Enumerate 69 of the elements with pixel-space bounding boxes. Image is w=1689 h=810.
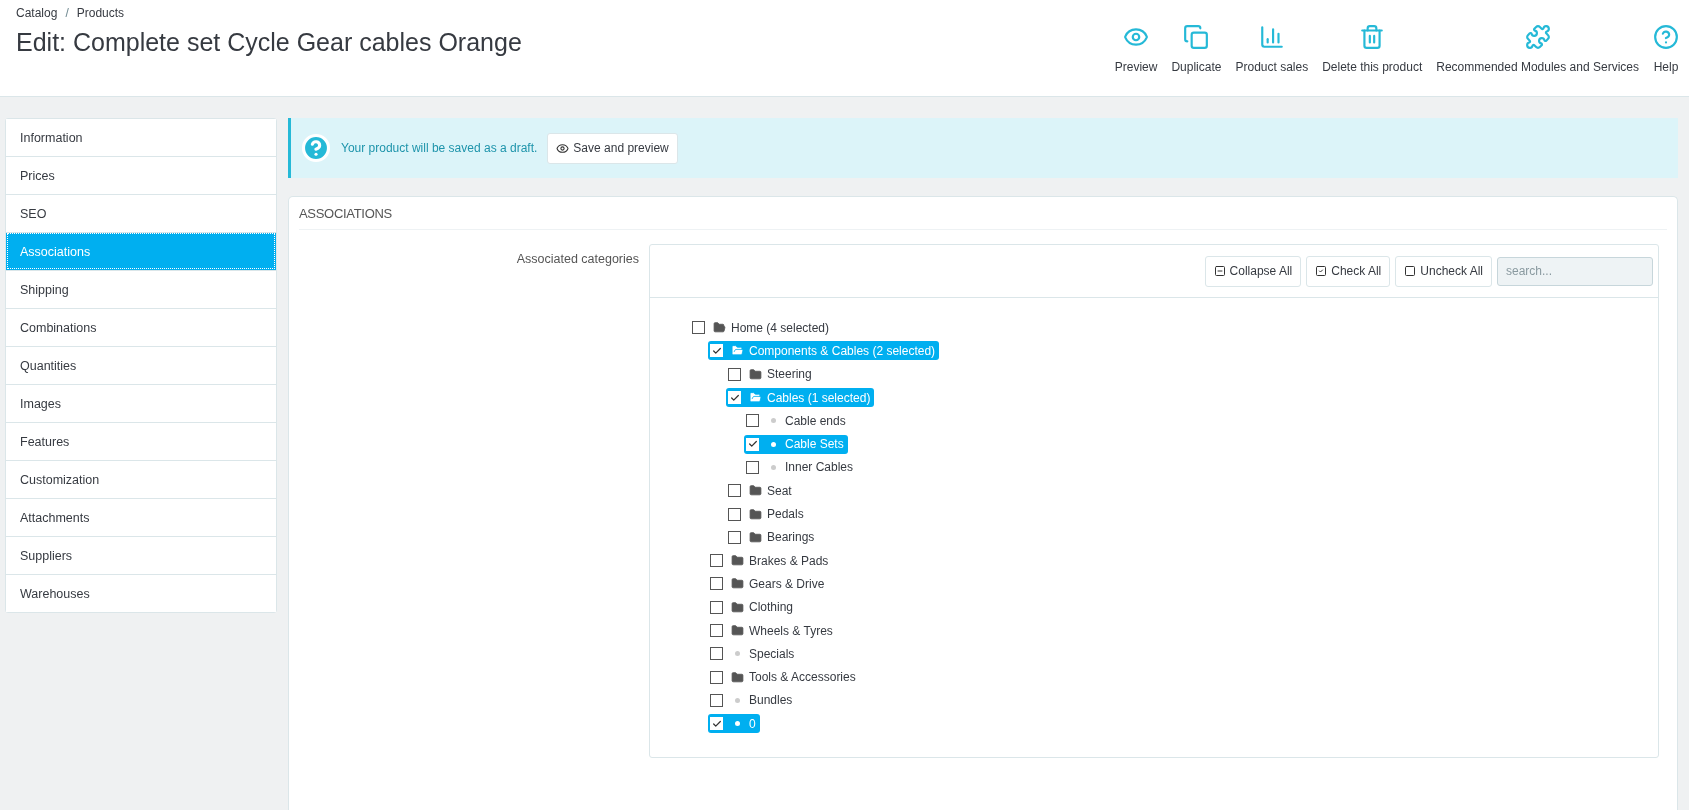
category-item[interactable]: Inner Cables [744, 457, 858, 477]
category-item[interactable]: Brakes & Pads [708, 551, 833, 571]
square-icon [1404, 265, 1417, 277]
search-field[interactable]: search... [1497, 256, 1653, 286]
alert-message: Your product will be saved as a draft. [341, 141, 538, 155]
checkbox[interactable] [728, 530, 741, 544]
checked-square-icon [1315, 265, 1328, 277]
page-title: Edit: Complete set Cycle Gear cables Orange [16, 28, 522, 57]
toolbar-label: Duplicate [1171, 60, 1222, 74]
tree-button[interactable]: Uncheck All [1395, 255, 1492, 287]
toolbar-button[interactable]: Duplicate [1171, 24, 1222, 74]
toolbar-label: Help [1653, 60, 1679, 74]
trash-icon [1359, 24, 1386, 50]
checkbox[interactable] [692, 321, 705, 335]
checkbox[interactable] [710, 693, 723, 707]
checkbox[interactable] [728, 367, 741, 381]
tree-button[interactable]: Check All [1306, 255, 1391, 287]
breadcrumb-link[interactable]: Catalog [16, 6, 58, 20]
checkbox[interactable] [710, 554, 723, 568]
dot-icon [735, 697, 740, 703]
category-item[interactable]: Steering [726, 364, 816, 384]
category-item[interactable]: Seat [726, 481, 796, 501]
dot-icon [735, 651, 740, 657]
toolbar-button[interactable]: Delete this product [1322, 24, 1423, 74]
category-item[interactable]: Gears & Drive [708, 574, 829, 594]
category-item[interactable]: Home (4 selected) [690, 318, 834, 338]
checkbox[interactable] [746, 414, 759, 428]
tree-button[interactable]: Collapse All [1204, 255, 1302, 287]
help-icon [1653, 24, 1679, 50]
toolbar-button[interactable]: Preview [1114, 24, 1158, 74]
category-item[interactable]: Pedals [726, 504, 808, 524]
category-item[interactable]: Bearings [726, 527, 819, 547]
breadcrumb-link[interactable]: Products [76, 6, 125, 20]
sidebar-item[interactable]: Warehouses [6, 574, 276, 612]
category-item[interactable]: Wheels & Tyres [708, 621, 837, 640]
toolbar-button[interactable]: Help [1653, 24, 1679, 74]
category-item[interactable]: Bundles [708, 690, 797, 710]
dot-icon [735, 721, 740, 727]
checkbox[interactable] [710, 577, 723, 591]
breadcrumb-separator: / [65, 6, 69, 20]
bar-chart-icon [1258, 24, 1285, 50]
copy-icon [1183, 24, 1210, 50]
checkbox[interactable] [710, 647, 723, 661]
category-item[interactable]: Specials [708, 644, 799, 664]
category-item[interactable]: Cable ends [744, 411, 850, 431]
checkbox[interactable] [710, 600, 723, 614]
category-item[interactable]: Clothing [708, 597, 798, 617]
field-label: Associated categories [515, 251, 639, 268]
dot-icon [771, 418, 776, 424]
checkbox[interactable] [746, 460, 759, 474]
toolbar-button[interactable]: Product sales [1235, 24, 1309, 74]
save-preview-button[interactable]: Save and preview [547, 132, 678, 164]
checkbox[interactable] [710, 670, 723, 684]
checkbox[interactable] [728, 484, 741, 498]
checkbox[interactable] [710, 624, 723, 637]
dot-icon [771, 441, 776, 447]
toolbar-label: Product sales [1235, 60, 1309, 74]
toolbar-button[interactable]: Recommended Modules and Services [1436, 24, 1639, 74]
help-icon [301, 133, 331, 163]
panel-title: ASSOCIATIONS [299, 197, 1667, 230]
puzzle-icon [1524, 24, 1551, 50]
eye-icon [556, 141, 570, 155]
toolbar-label: Recommended Modules and Services [1436, 60, 1639, 74]
toolbar-label: Preview [1114, 60, 1158, 74]
toolbar-label: Delete this product [1322, 60, 1423, 74]
minus-square-icon [1213, 265, 1226, 277]
dot-icon [771, 464, 776, 470]
category-item[interactable]: Tools & Accessories [708, 667, 860, 687]
checkbox[interactable] [728, 507, 741, 521]
